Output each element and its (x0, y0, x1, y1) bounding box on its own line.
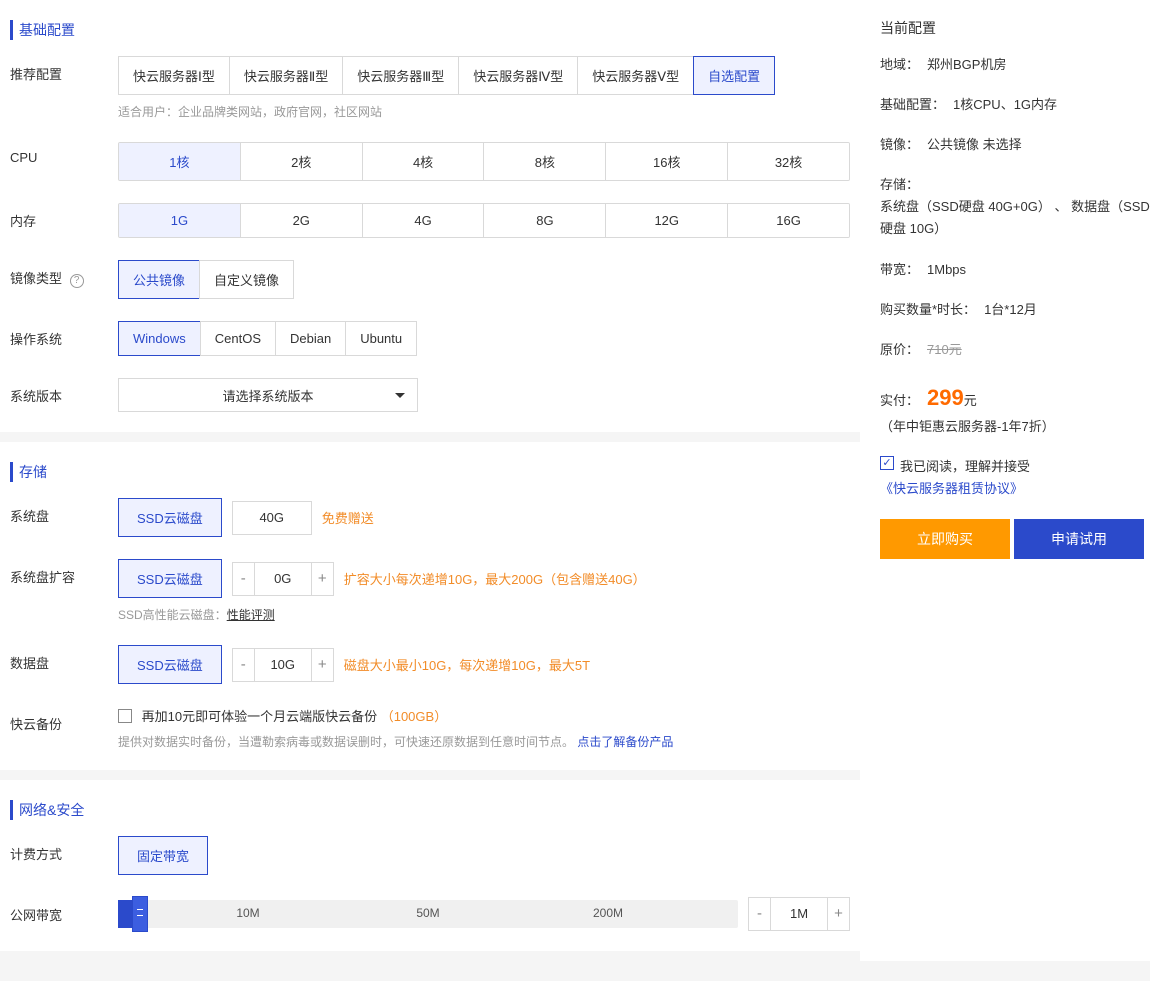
recommend-option-4[interactable]: 快云服务器Ⅴ型 (577, 56, 693, 95)
os-option-3[interactable]: Ubuntu (345, 321, 417, 356)
cpu-option-5[interactable]: 32核 (728, 143, 849, 180)
memory-option-5[interactable]: 16G (728, 204, 849, 237)
checkbox-icon (118, 709, 132, 723)
cpu-option-4[interactable]: 16核 (606, 143, 728, 180)
os-tabs: WindowsCentOSDebianUbuntu (118, 321, 850, 356)
section-title-network: 网络&安全 (10, 800, 850, 820)
minus-button[interactable]: - (233, 649, 255, 681)
label-sys-version: 系统版本 (10, 378, 118, 405)
recommend-option-3[interactable]: 快云服务器Ⅳ型 (458, 56, 577, 95)
recommend-hint: 适合用户：企业品牌类网站，政府官网，社区网站 (118, 103, 850, 120)
section-title-storage: 存储 (10, 462, 850, 482)
sys-version-placeholder: 请选择系统版本 (222, 386, 313, 405)
section-title-basic: 基础配置 (10, 20, 850, 40)
data-disk-hint: 磁盘大小最小10G，每次递增10G，最大5T (344, 655, 590, 674)
current-config-panel: 当前配置 地域：郑州BGP机房 基础配置：1核CPU、1G内存 镜像：公共镜像 … (860, 0, 1150, 961)
billing-option[interactable]: 固定带宽 (118, 836, 208, 875)
plus-button[interactable]: + (311, 649, 333, 681)
recommend-option-1[interactable]: 快云服务器Ⅱ型 (229, 56, 342, 95)
label-data-disk: 数据盘 (10, 645, 118, 672)
sys-disk-type[interactable]: SSD云磁盘 (118, 498, 222, 537)
cpu-option-0[interactable]: 1核 (119, 143, 241, 180)
minus-button[interactable]: - (749, 898, 771, 930)
memory-option-0[interactable]: 1G (119, 204, 241, 237)
buy-button[interactable]: 立即购买 (880, 519, 1010, 559)
sys-disk-ext-stepper: - 0G + (232, 562, 334, 596)
data-disk-stepper: - 10G + (232, 648, 334, 682)
agree-row[interactable]: ✓ 我已阅读，理解并接受 《快云服务器租赁协议》 (880, 456, 1150, 500)
label-bandwidth: 公网带宽 (10, 897, 118, 924)
cpu-option-1[interactable]: 2核 (241, 143, 363, 180)
image-type-option-0[interactable]: 公共镜像 (118, 260, 199, 299)
plus-button[interactable]: + (311, 563, 333, 595)
cpu-option-2[interactable]: 4核 (363, 143, 485, 180)
sys-disk-ext-value[interactable]: 0G (255, 563, 311, 595)
sys-disk-ext-hint: 扩容大小每次递增10G，最大200G（包含赠送40G） (344, 569, 646, 588)
sys-disk-gift: 免费赠送 (322, 508, 374, 527)
label-sys-disk-ext: 系统盘扩容 (10, 559, 118, 586)
plus-button[interactable]: + (827, 898, 849, 930)
recommend-tabs: 快云服务器Ⅰ型快云服务器Ⅱ型快云服务器Ⅲ型快云服务器Ⅳ型快云服务器Ⅴ型自选配置 (118, 56, 850, 95)
cpu-group: 1核2核4核8核16核32核 (118, 142, 850, 181)
label-os: 操作系统 (10, 321, 118, 348)
sys-disk-ext-type[interactable]: SSD云磁盘 (118, 559, 222, 598)
pay-price: 299 (927, 379, 964, 416)
backup-checkbox-row[interactable]: 再加10元即可体验一个月云端版快云备份 （100GB） (118, 706, 850, 725)
label-recommend: 推荐配置 (10, 56, 118, 83)
sys-version-select[interactable]: 请选择系统版本 (118, 378, 418, 412)
label-backup: 快云备份 (10, 706, 118, 733)
label-sys-disk: 系统盘 (10, 498, 118, 525)
storage-panel: 存储 系统盘 SSD云磁盘 40G 免费赠送 系统盘扩容 SSD云磁盘 - 0G (0, 442, 860, 770)
bandwidth-value[interactable]: 1M (771, 898, 827, 930)
bandwidth-slider[interactable]: 10M50M200M (118, 900, 738, 928)
perf-link[interactable]: 性能评测 (227, 608, 275, 622)
os-option-0[interactable]: Windows (118, 321, 200, 356)
minus-button[interactable]: - (233, 563, 255, 595)
label-image-type: 镜像类型 ? (10, 260, 118, 288)
original-price: 710元 (927, 339, 962, 361)
perf-hint: SSD高性能云磁盘：性能评测 (118, 606, 850, 623)
data-disk-value[interactable]: 10G (255, 649, 311, 681)
help-icon[interactable]: ? (70, 274, 84, 288)
checkbox-icon: ✓ (880, 456, 894, 470)
bandwidth-stepper: - 1M + (748, 897, 850, 931)
recommend-option-0[interactable]: 快云服务器Ⅰ型 (118, 56, 229, 95)
trial-button[interactable]: 申请试用 (1014, 519, 1144, 559)
image-type-tabs: 公共镜像自定义镜像 (118, 260, 850, 299)
memory-option-2[interactable]: 4G (363, 204, 485, 237)
memory-option-3[interactable]: 8G (484, 204, 606, 237)
backup-desc: 提供对数据实时备份，当遭勒索病毒或数据误删时，可快速还原数据到任意时间节点。 点… (118, 733, 850, 750)
label-cpu: CPU (10, 142, 118, 165)
agreement-link[interactable]: 《快云服务器租赁协议》 (880, 478, 1023, 500)
image-type-option-1[interactable]: 自定义镜像 (199, 260, 294, 299)
aside-title: 当前配置 (880, 18, 1150, 38)
memory-group: 1G2G4G8G12G16G (118, 203, 850, 238)
cpu-option-3[interactable]: 8核 (484, 143, 606, 180)
network-panel: 网络&安全 计费方式 固定带宽 公网带宽 10M50M200M - 1M (0, 780, 860, 951)
label-billing: 计费方式 (10, 836, 118, 863)
data-disk-type[interactable]: SSD云磁盘 (118, 645, 222, 684)
recommend-option-5[interactable]: 自选配置 (693, 56, 775, 95)
memory-option-1[interactable]: 2G (241, 204, 363, 237)
basic-config-panel: 基础配置 推荐配置 快云服务器Ⅰ型快云服务器Ⅱ型快云服务器Ⅲ型快云服务器Ⅳ型快云… (0, 0, 860, 432)
memory-option-4[interactable]: 12G (606, 204, 728, 237)
recommend-option-2[interactable]: 快云服务器Ⅲ型 (342, 56, 458, 95)
os-option-1[interactable]: CentOS (200, 321, 275, 356)
os-option-2[interactable]: Debian (275, 321, 345, 356)
sys-disk-size: 40G (232, 501, 312, 535)
label-memory: 内存 (10, 203, 118, 230)
backup-link[interactable]: 点击了解备份产品 (577, 735, 673, 749)
